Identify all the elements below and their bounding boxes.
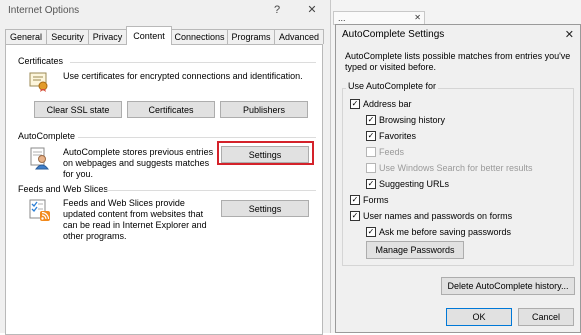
tab-content[interactable]: Content [126,26,172,45]
tab-advanced[interactable]: Advanced [274,29,324,44]
certificates-section-title: Certificates [18,56,64,66]
checkbox-box: ✓ [366,226,376,237]
checkbox-label: User names and passwords on forms [363,211,513,221]
address-bar-checkbox[interactable]: ✓ Address bar [350,98,412,110]
ok-button[interactable]: OK [446,308,512,326]
tab-general[interactable]: General [5,29,47,44]
tab-programs[interactable]: Programs [227,29,275,44]
checkbox-label: Ask me before saving passwords [379,227,512,237]
checkbox-box: ✓ [366,114,376,125]
checkbox-box [366,162,376,173]
manage-passwords-button[interactable]: Manage Passwords [366,241,464,259]
feeds-description: Feeds and Web Slices provide updated con… [63,198,207,241]
certificates-description: Use certificates for encrypted connectio… [63,71,303,81]
favorites-checkbox[interactable]: ✓ Favorites [366,130,416,142]
checkbox-label: Feeds [379,147,405,157]
checkbox-box: ✓ [366,130,376,141]
checkbox-label: Address bar [363,99,412,109]
certificates-button[interactable]: Certificates [127,101,215,118]
tab-bar: General Security Privacy Content Connect… [5,26,324,45]
section-divider [78,137,316,138]
forms-checkbox[interactable]: ✓ Forms [350,194,389,206]
certificate-icon [28,70,50,92]
browsing-history-checkbox[interactable]: ✓ Browsing history [366,114,445,126]
autocomplete-user-icon [29,146,51,170]
internet-options-window: Internet Options ? ✕ General Security Pr… [0,0,331,335]
checkbox-box: ✓ [366,178,376,189]
checkbox-box [366,146,376,157]
background-tab-close-icon[interactable]: ✕ [414,12,421,24]
feeds-checkbox[interactable]: Feeds [366,146,404,158]
feeds-settings-button[interactable]: Settings [221,200,309,217]
tab-security[interactable]: Security [46,29,89,44]
checkbox-label: Favorites [379,131,417,141]
content-tab-panel: Certificates Use certificates for encryp… [5,44,323,335]
group-title: Use AutoComplete for [346,81,439,91]
background-tab-text: ... [338,13,346,23]
section-divider [70,62,316,63]
cancel-button[interactable]: Cancel [518,308,574,326]
delete-autocomplete-history-button[interactable]: Delete AutoComplete history... [441,277,575,295]
autocomplete-settings-dialog: AutoComplete Settings ✕ AutoComplete lis… [335,24,581,333]
checkbox-label: Use Windows Search for better results [379,163,533,173]
autocomplete-description: AutoComplete stores previous entries on … [63,147,214,179]
tab-connections[interactable]: Connections [171,29,228,44]
close-button[interactable]: ✕ [300,0,324,20]
checkbox-box: ✓ [350,194,360,205]
checkbox-label: Forms [363,195,389,205]
windows-search-checkbox[interactable]: Use Windows Search for better results [366,162,533,174]
dialog-description: AutoComplete lists possible matches from… [345,51,571,72]
tab-privacy[interactable]: Privacy [88,29,127,44]
section-divider [106,190,316,191]
settings-highlight-box [217,141,314,165]
help-button[interactable]: ? [265,0,289,20]
dialog-close-button[interactable]: ✕ [565,28,574,41]
feeds-section-title: Feeds and Web Slices [18,184,108,194]
autocomplete-section-title: AutoComplete [18,131,76,141]
checkbox-box: ✓ [350,210,360,221]
suggesting-urls-checkbox[interactable]: ✓ Suggesting URLs [366,178,449,190]
clear-ssl-state-button[interactable]: Clear SSL state [34,101,122,118]
dialog-title: AutoComplete Settings [342,29,445,40]
ask-before-saving-checkbox[interactable]: ✓ Ask me before saving passwords [366,226,511,238]
checkbox-box: ✓ [350,98,360,109]
checkbox-label: Browsing history [379,115,446,125]
usernames-passwords-checkbox[interactable]: ✓ User names and passwords on forms [350,210,512,222]
feeds-icon [28,198,52,222]
background-browser-tab[interactable]: ... ✕ [333,11,425,25]
checkbox-label: Suggesting URLs [379,179,450,189]
window-title: Internet Options [8,5,80,16]
publishers-button[interactable]: Publishers [220,101,308,118]
